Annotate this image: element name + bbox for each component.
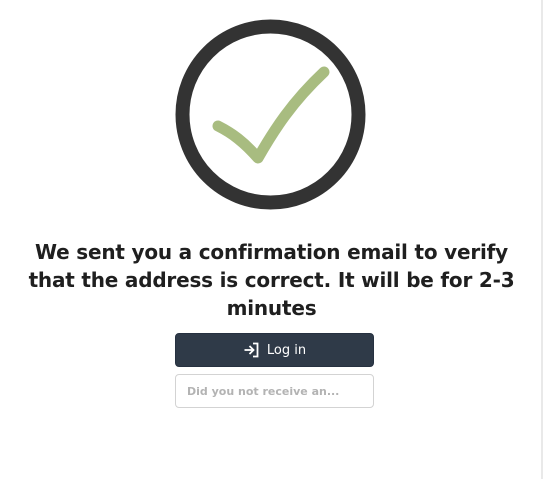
confirmation-page: We sent you a confirmation email to veri… [0, 0, 543, 479]
login-button-label: Log in [266, 342, 307, 358]
checkmark-circle-icon [174, 18, 367, 211]
login-arrow-icon [243, 342, 260, 358]
resend-confirmation-button[interactable]: Did you not receive an... [175, 374, 374, 408]
login-button[interactable]: Log in [175, 333, 374, 367]
confirmation-message: We sent you a confirmation email to veri… [28, 240, 515, 320]
